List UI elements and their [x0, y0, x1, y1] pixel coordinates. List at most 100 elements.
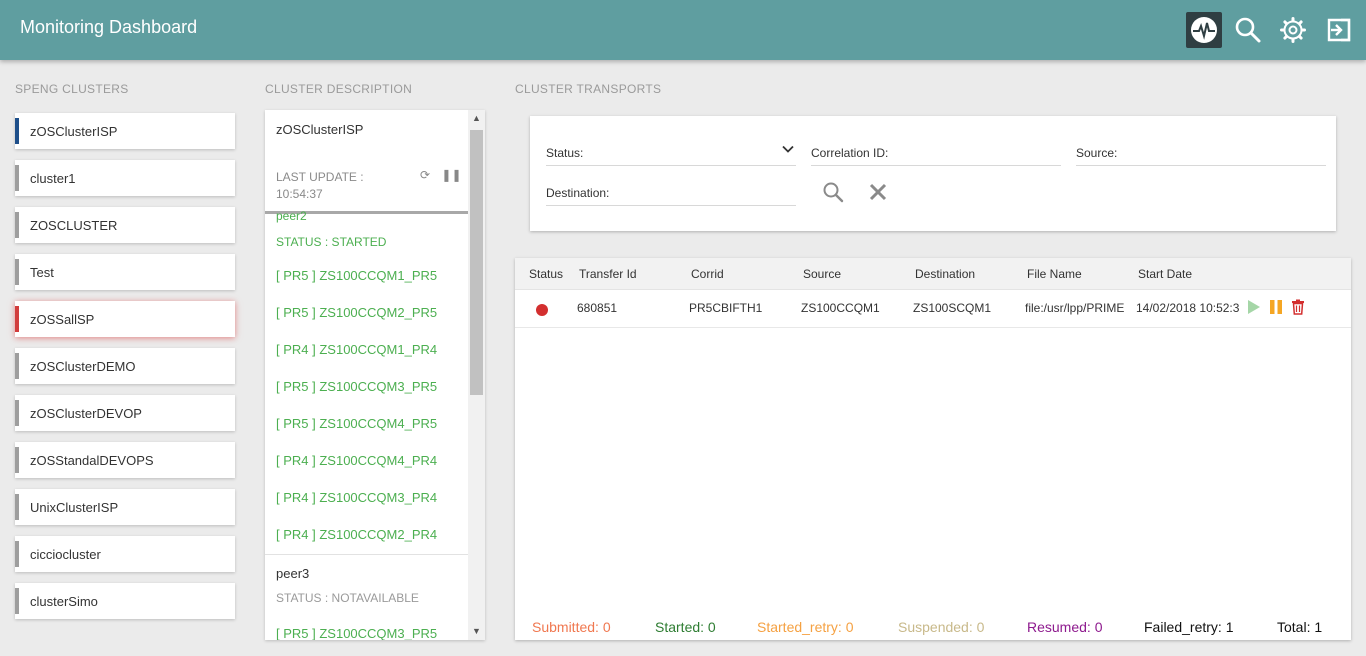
cluster-item[interactable]: zOSClusterDEMO	[15, 348, 235, 384]
destination-label: Destination:	[546, 186, 610, 200]
cluster-status-bar	[15, 165, 19, 191]
cluster-item[interactable]: zOSStandalDEVOPS	[15, 442, 235, 478]
scrollbar-thumb[interactable]	[470, 130, 483, 395]
play-icon[interactable]	[1247, 299, 1261, 320]
cluster-item-label: cicciocluster	[30, 546, 101, 562]
source-cell: ZS100CCQM1	[801, 301, 880, 315]
cluster-item-label: UnixClusterISP	[30, 499, 119, 515]
cluster-item-label: clusterSimo	[30, 593, 98, 609]
cluster-item[interactable]: UnixClusterISP	[15, 489, 235, 525]
cluster-status-bar	[15, 447, 19, 473]
close-icon	[869, 183, 887, 201]
cluster-item[interactable]: zOSClusterISP	[15, 113, 235, 149]
queue-manager-item: [ PR5 ] ZS100CCQM3_PR5	[276, 379, 438, 394]
queue-manager-item: [ PR5 ] ZS100CCQM1_PR5	[276, 268, 438, 283]
status-select-label: Status:	[546, 146, 584, 160]
cluster-item-label: zOSClusterISP	[30, 123, 118, 139]
top-bar: Monitoring Dashboard	[0, 0, 1366, 60]
peer2-status: STATUS : STARTED	[276, 235, 387, 249]
chevron-down-icon	[782, 143, 794, 158]
column-header[interactable]: Start Date	[1138, 267, 1192, 281]
transport-filter-card: Status: Correlation ID: Source: Destinat…	[530, 116, 1336, 231]
cluster-description-panel: zOSClusterISP LAST UPDATE : 10:54:37 ⟳ ❚…	[265, 110, 485, 640]
queue-manager-item: [ PR4 ] ZS100CCQM1_PR4	[276, 342, 438, 357]
description-cluster-name: zOSClusterISP	[276, 122, 364, 137]
trash-icon[interactable]	[1291, 299, 1305, 320]
refresh-icon[interactable]: ⟳	[420, 168, 430, 182]
cluster-status-bar	[15, 259, 19, 285]
peer3-name: peer3	[276, 566, 310, 581]
pulse-monitor-icon[interactable]	[1186, 12, 1222, 48]
cluster-item-label: zOSSallSP	[30, 311, 95, 327]
cluster-status-bar	[15, 306, 19, 332]
table-header: Status Transfer Id Corrid Source Destina…	[515, 258, 1351, 290]
cluster-item[interactable]: cicciocluster	[15, 536, 235, 572]
cluster-item[interactable]: zOSSallSP	[15, 301, 235, 337]
table-row[interactable]: 680851 PR5CBIFTH1 ZS100CCQM1 ZS100SCQM1 …	[515, 291, 1351, 328]
last-update: LAST UPDATE : 10:54:37	[276, 169, 364, 203]
last-update-time: 10:54:37	[276, 187, 323, 201]
cluster-item[interactable]: cluster1	[15, 160, 235, 196]
cluster-status-bar	[15, 118, 19, 144]
correlation-id-label: Correlation ID:	[811, 146, 889, 160]
cluster-item[interactable]: clusterSimo	[15, 583, 235, 619]
transports-table: Status Transfer Id Corrid Source Destina…	[515, 258, 1351, 640]
clear-filters-button[interactable]	[868, 182, 888, 207]
column-header[interactable]: File Name	[1027, 267, 1082, 281]
correlation-id-field[interactable]: Correlation ID:	[811, 140, 1061, 166]
search-icon[interactable]	[1230, 12, 1266, 48]
cluster-status-bar	[15, 494, 19, 520]
clusters-section-title: SPENG CLUSTERS	[15, 82, 129, 96]
cluster-status-bar	[15, 212, 19, 238]
cluster-item-label: zOSClusterDEMO	[30, 358, 136, 374]
cluster-item-label: cluster1	[30, 170, 76, 186]
divider	[265, 554, 468, 555]
search-icon	[823, 182, 844, 203]
search-button[interactable]	[822, 181, 844, 208]
scroll-down-icon[interactable]: ▼	[468, 623, 485, 640]
column-header[interactable]: Destination	[915, 267, 975, 281]
peer3-status: STATUS : NOTAVAILABLE	[276, 591, 419, 605]
pause-icon[interactable]	[1269, 299, 1283, 320]
cluster-item-label: ZOSCLUSTER	[30, 217, 118, 233]
queue-manager-item: [ PR4 ] ZS100CCQM4_PR4	[276, 453, 438, 468]
logout-icon[interactable]	[1321, 12, 1357, 48]
queue-manager-item: [ PR5 ] ZS100CCQM4_PR5	[276, 416, 438, 431]
cluster-item[interactable]: zOSClusterDEVOP	[15, 395, 235, 431]
cluster-item[interactable]: Test	[15, 254, 235, 290]
submitted-count: Submitted: 0	[532, 619, 611, 635]
file-name-cell: file:/usr/lpp/PRIME	[1025, 301, 1125, 315]
cluster-status-bar	[15, 588, 19, 614]
cluster-item-label: zOSClusterDEVOP	[30, 405, 142, 421]
corrid-cell: PR5CBIFTH1	[689, 301, 763, 315]
cluster-status-bar	[15, 353, 19, 379]
started-count: Started: 0	[655, 619, 716, 635]
source-field[interactable]: Source:	[1076, 140, 1326, 166]
cluster-item[interactable]: ZOSCLUSTER	[15, 207, 235, 243]
column-header[interactable]: Status	[529, 267, 563, 281]
suspended-count: Suspended: 0	[898, 619, 985, 635]
app-title: Monitoring Dashboard	[20, 17, 198, 37]
pause-icon[interactable]: ❚❚	[441, 168, 461, 182]
started-retry-count: Started_retry: 0	[757, 619, 854, 635]
peer2-name: peer2	[276, 209, 307, 223]
status-indicator	[536, 304, 548, 316]
status-select[interactable]: Status:	[546, 140, 796, 166]
cluster-item-label: Test	[30, 264, 54, 280]
queue-manager-item: [ PR5 ] ZS100CCQM3_PR5	[276, 626, 438, 640]
total-count: Total: 1	[1277, 619, 1323, 635]
column-header[interactable]: Source	[803, 267, 841, 281]
cluster-status-bar	[15, 400, 19, 426]
resumed-count: Resumed: 0	[1027, 619, 1103, 635]
column-header[interactable]: Transfer Id	[579, 267, 637, 281]
scroll-up-icon[interactable]: ▲	[468, 110, 485, 127]
description-scrollbar[interactable]: ▲ ▼	[468, 110, 485, 640]
queue-manager-item: [ PR4 ] ZS100CCQM3_PR4	[276, 490, 438, 505]
start-date-cell: 14/02/2018 10:52:3	[1136, 301, 1240, 315]
transports-section-title: CLUSTER TRANSPORTS	[515, 82, 662, 96]
destination-field[interactable]: Destination:	[546, 180, 796, 206]
destination-cell: ZS100SCQM1	[913, 301, 992, 315]
column-header[interactable]: Corrid	[691, 267, 724, 281]
cluster-item-label: zOSStandalDEVOPS	[30, 452, 154, 468]
gear-icon[interactable]	[1275, 12, 1311, 48]
